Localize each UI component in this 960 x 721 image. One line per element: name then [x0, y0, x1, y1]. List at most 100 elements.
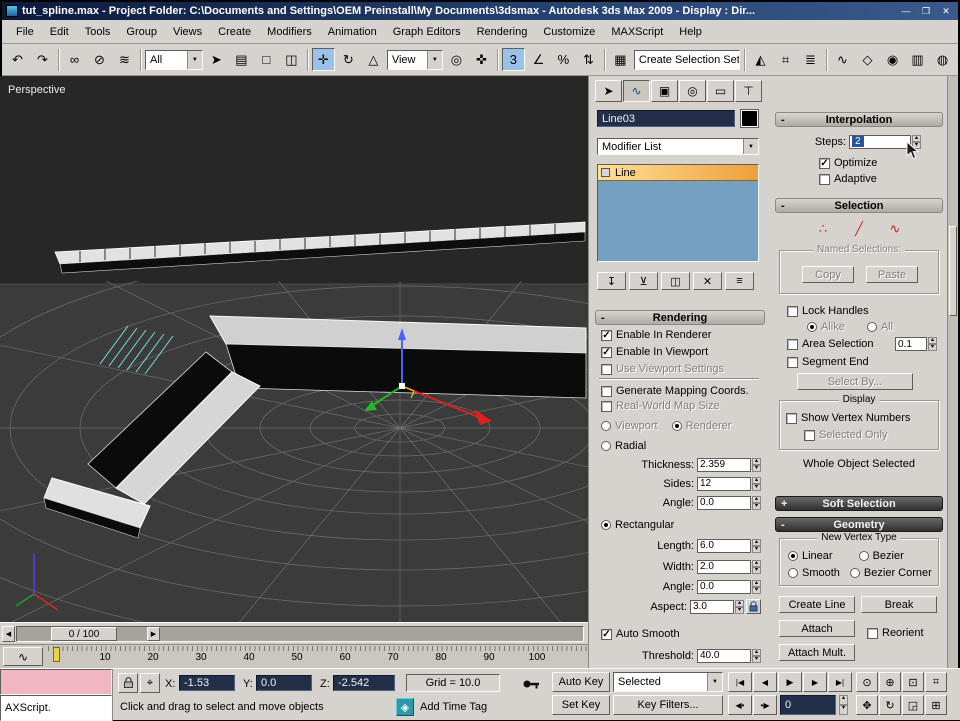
tab-hierarchy[interactable]: ▣ [651, 80, 678, 102]
schematic-view-button[interactable]: ◇ [856, 48, 879, 71]
menu-rendering[interactable]: Rendering [469, 22, 536, 42]
panel-scrollbar[interactable] [947, 76, 958, 668]
threshold-spinner[interactable]: ▴▾ [752, 649, 761, 663]
z-coordinate-field[interactable]: -2.542 [333, 675, 395, 691]
chevron-down-icon[interactable]: ▼ [743, 139, 758, 154]
vertex-sub-object-button[interactable]: ∴ [812, 220, 834, 238]
spinner-up-icon[interactable]: ▴ [735, 600, 744, 607]
previous-frame-button[interactable]: ◀ [753, 672, 777, 692]
viewport-canvas[interactable] [0, 76, 588, 622]
viewport-label[interactable]: Perspective [8, 84, 65, 96]
radial-radio[interactable] [601, 441, 611, 451]
window-crossing-toggle[interactable]: ◫ [280, 48, 303, 71]
aspect-field[interactable]: 3.0 [690, 600, 734, 614]
select-and-rotate-button[interactable]: ↻ [337, 48, 360, 71]
render-button[interactable]: ◍ [931, 48, 954, 71]
time-slider-track[interactable]: 0 / 100 ▶ [16, 626, 584, 642]
lock-handles-checkbox[interactable] [787, 306, 798, 317]
pan-button[interactable]: ✥ [856, 695, 878, 715]
spinner-up-icon[interactable]: ▴ [928, 337, 937, 344]
segment-sub-object-button[interactable]: ╱ [848, 220, 870, 238]
current-frame-field[interactable]: 0 [780, 695, 836, 715]
object-name-field[interactable]: Line03 [597, 110, 735, 127]
enable-in-viewport-checkbox[interactable]: ✓ [601, 347, 612, 358]
menu-customize[interactable]: Customize [535, 22, 603, 42]
area-selection-field[interactable]: 0.1 [895, 337, 927, 351]
length-spinner[interactable]: ▴▾ [752, 539, 761, 553]
thickness-field[interactable]: 2.359 [697, 458, 751, 472]
zoom-all-button[interactable]: ⊕ [879, 672, 901, 692]
listener-macro-row[interactable] [0, 669, 112, 695]
break-button[interactable]: Break [861, 596, 937, 613]
show-vertex-numbers-checkbox[interactable] [786, 413, 797, 424]
sides-field[interactable]: 12 [697, 477, 751, 491]
geometry-rollout-header[interactable]: - Geometry [775, 517, 943, 532]
tab-motion[interactable]: ◎ [679, 80, 706, 102]
x-coordinate-field[interactable]: -1.53 [179, 675, 235, 691]
layer-manager-button[interactable]: ≣ [799, 48, 822, 71]
curve-editor-button[interactable]: ∿ [831, 48, 854, 71]
tab-create[interactable]: ➤ [595, 80, 622, 102]
select-by-button[interactable]: Select By... [797, 373, 913, 390]
redo-button[interactable]: ↷ [31, 48, 54, 71]
angle2-spinner[interactable]: ▴▾ [752, 580, 761, 594]
copy-button[interactable]: Copy [802, 266, 854, 283]
absolute-offset-toggle[interactable]: ⌖ [140, 673, 160, 693]
soft-selection-rollout-header[interactable]: + Soft Selection [775, 496, 943, 511]
modifier-stack[interactable]: Line [597, 164, 759, 262]
angle-snap-toggle[interactable]: ∠ [527, 48, 550, 71]
menu-help[interactable]: Help [671, 22, 710, 42]
angle-field[interactable]: 0.0 [697, 496, 751, 510]
spinner-down-icon[interactable]: ▾ [752, 587, 761, 594]
selection-lock-toggle[interactable] [118, 673, 138, 693]
spinner-down-icon[interactable]: ▾ [752, 567, 761, 574]
area-selection-spinner[interactable]: ▴▾ [928, 337, 937, 351]
area-selection-checkbox[interactable] [787, 339, 798, 350]
spinner-up-icon[interactable]: ▴ [752, 649, 761, 656]
spinner-down-icon[interactable]: ▾ [928, 344, 937, 351]
next-frame-button[interactable]: ▶ [803, 672, 827, 692]
angle-spinner[interactable]: ▴▾ [752, 496, 761, 510]
width-field[interactable]: 2.0 [697, 560, 751, 574]
key-filters-button[interactable]: Key Filters... [613, 695, 723, 715]
angle2-field[interactable]: 0.0 [697, 580, 751, 594]
listener-script-row[interactable]: AXScript. [0, 695, 112, 721]
time-slider-next-arrow[interactable]: ▶ [147, 627, 160, 641]
attach-button[interactable]: Attach [779, 620, 855, 637]
maximize-button[interactable]: ❐ [918, 6, 934, 17]
named-selection-sets-dropdown[interactable]: Create Selection Set ▼ [634, 50, 740, 70]
rectangular-selection-region-button[interactable]: □ [255, 48, 278, 71]
menu-animation[interactable]: Animation [320, 22, 385, 42]
select-and-move-button[interactable]: ✛ [312, 48, 335, 71]
spinner-up-icon[interactable]: ▴ [752, 458, 761, 465]
bezier-radio[interactable] [859, 551, 869, 561]
go-to-end-button[interactable]: ▶| [828, 672, 852, 692]
play-button[interactable]: ▶ [778, 672, 802, 692]
previous-key-button[interactable]: ◀• [728, 695, 752, 715]
spinner-down-icon[interactable]: ▾ [752, 465, 761, 472]
key-mode-icon[interactable] [522, 677, 542, 694]
zoom-button[interactable]: ⊙ [856, 672, 878, 692]
time-tag-icon[interactable]: ◈ [396, 698, 414, 716]
selection-filter-dropdown[interactable]: All ▼ [145, 50, 203, 70]
select-object-button[interactable]: ➤ [205, 48, 228, 71]
interpolation-rollout-header[interactable]: - Interpolation [775, 112, 943, 127]
auto-smooth-checkbox[interactable]: ✓ [601, 629, 612, 640]
rendering-rollout-header[interactable]: - Rendering [595, 310, 765, 325]
smooth-radio[interactable] [788, 568, 798, 578]
menu-group[interactable]: Group [118, 22, 165, 42]
aspect-spinner[interactable]: ▴▾ [735, 600, 744, 614]
title-bar[interactable]: tut_spline.max - Project Folder: C:\Docu… [2, 2, 958, 20]
spinner-up-icon[interactable]: ▴ [752, 539, 761, 546]
bezier-corner-radio[interactable] [850, 568, 860, 578]
spline-sub-object-button[interactable]: ∿ [884, 220, 906, 238]
enable-in-renderer-checkbox[interactable]: ✓ [601, 330, 612, 341]
segment-end-checkbox[interactable] [787, 357, 798, 368]
edit-named-selection-sets-button[interactable]: ▦ [609, 48, 632, 71]
percent-snap-toggle[interactable]: % [552, 48, 575, 71]
tab-modify[interactable]: ∿ [623, 80, 650, 102]
undo-button[interactable]: ↶ [6, 48, 29, 71]
spinner-down-icon[interactable]: ▾ [735, 607, 744, 614]
select-and-manipulate-button[interactable]: ✜ [470, 48, 493, 71]
create-line-button[interactable]: Create Line [779, 596, 855, 613]
